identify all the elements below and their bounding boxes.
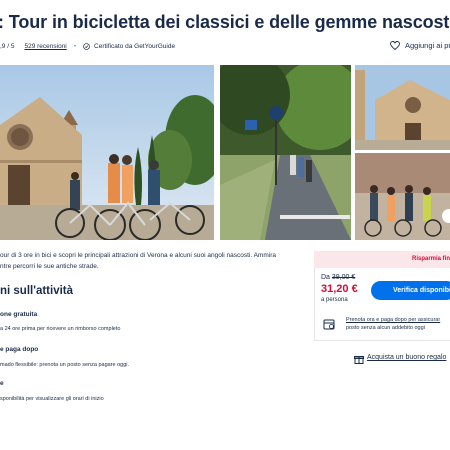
description-line: our di 3 ore in bici e scopri le princip… [0,252,277,259]
savings-badge: Risparmia fin [314,251,450,268]
gallery-next-button[interactable] [442,209,450,223]
feature-reserve-text: mado flessibile: prenota un posto senza … [0,362,130,368]
gallery-photo-facade[interactable] [355,65,450,150]
reserve-link-label[interactable]: Prenota ora e paga dopo [346,317,407,323]
old-price: 39,00 € [331,274,356,281]
about-section-title: ni sull'attività [0,285,74,297]
check-availability-button[interactable]: Verifica disponibil [371,281,450,300]
certified-icon [83,43,90,50]
reserve-now-text: posto senza alcun addebito oggi [346,325,425,331]
feature-cancellation-title: one gratuita [0,311,38,318]
gallery-photo-group[interactable] [355,153,450,240]
old-price-row: Da 39,00 € [321,274,355,281]
gallery-photo-main[interactable] [0,65,214,240]
feature-duration-title: e [0,380,4,387]
feature-cancellation-text: a 24 ore prima per ricevere un rimborso … [0,326,121,332]
feature-duration-text: sponibilità per visualizzare gli orari d… [0,396,104,402]
gift-voucher-link[interactable]: Acquista un buono regalo [367,354,446,361]
separator-dot: • [73,43,77,50]
certified-label: Certificato da GetYourGuide [94,43,176,50]
wishlist-button[interactable]: Aggiungi ai pref [390,41,450,50]
rating-value: ,9 / 5 [0,43,15,50]
reserve-now-link[interactable]: Prenota ora e paga dopo per assicurar [346,317,440,323]
reserve-link-tail: per assicurar [406,317,441,323]
current-price: 31,20 € [321,283,358,295]
wishlist-label: Aggiungi ai pref [405,41,450,50]
rating-row: ,9 / 5 529 recensioni • Certificato da G… [0,43,175,50]
price-from-label: Da [321,274,330,281]
feature-reserve-title: e paga dopo [0,346,39,353]
heart-icon [390,41,400,50]
description-line: ntre percorri le sue antiche strade. [0,263,99,270]
gallery-photo-path[interactable] [220,65,351,240]
calendar-card-icon [323,319,335,330]
gift-icon [354,356,364,364]
page-title: : Tour in bicicletta dei classici e dell… [0,12,450,32]
per-person-label: a persona [321,297,348,303]
reviews-link[interactable]: 529 recensioni [24,43,66,50]
activity-description: our di 3 ore in bici e scopri le princip… [0,250,300,272]
